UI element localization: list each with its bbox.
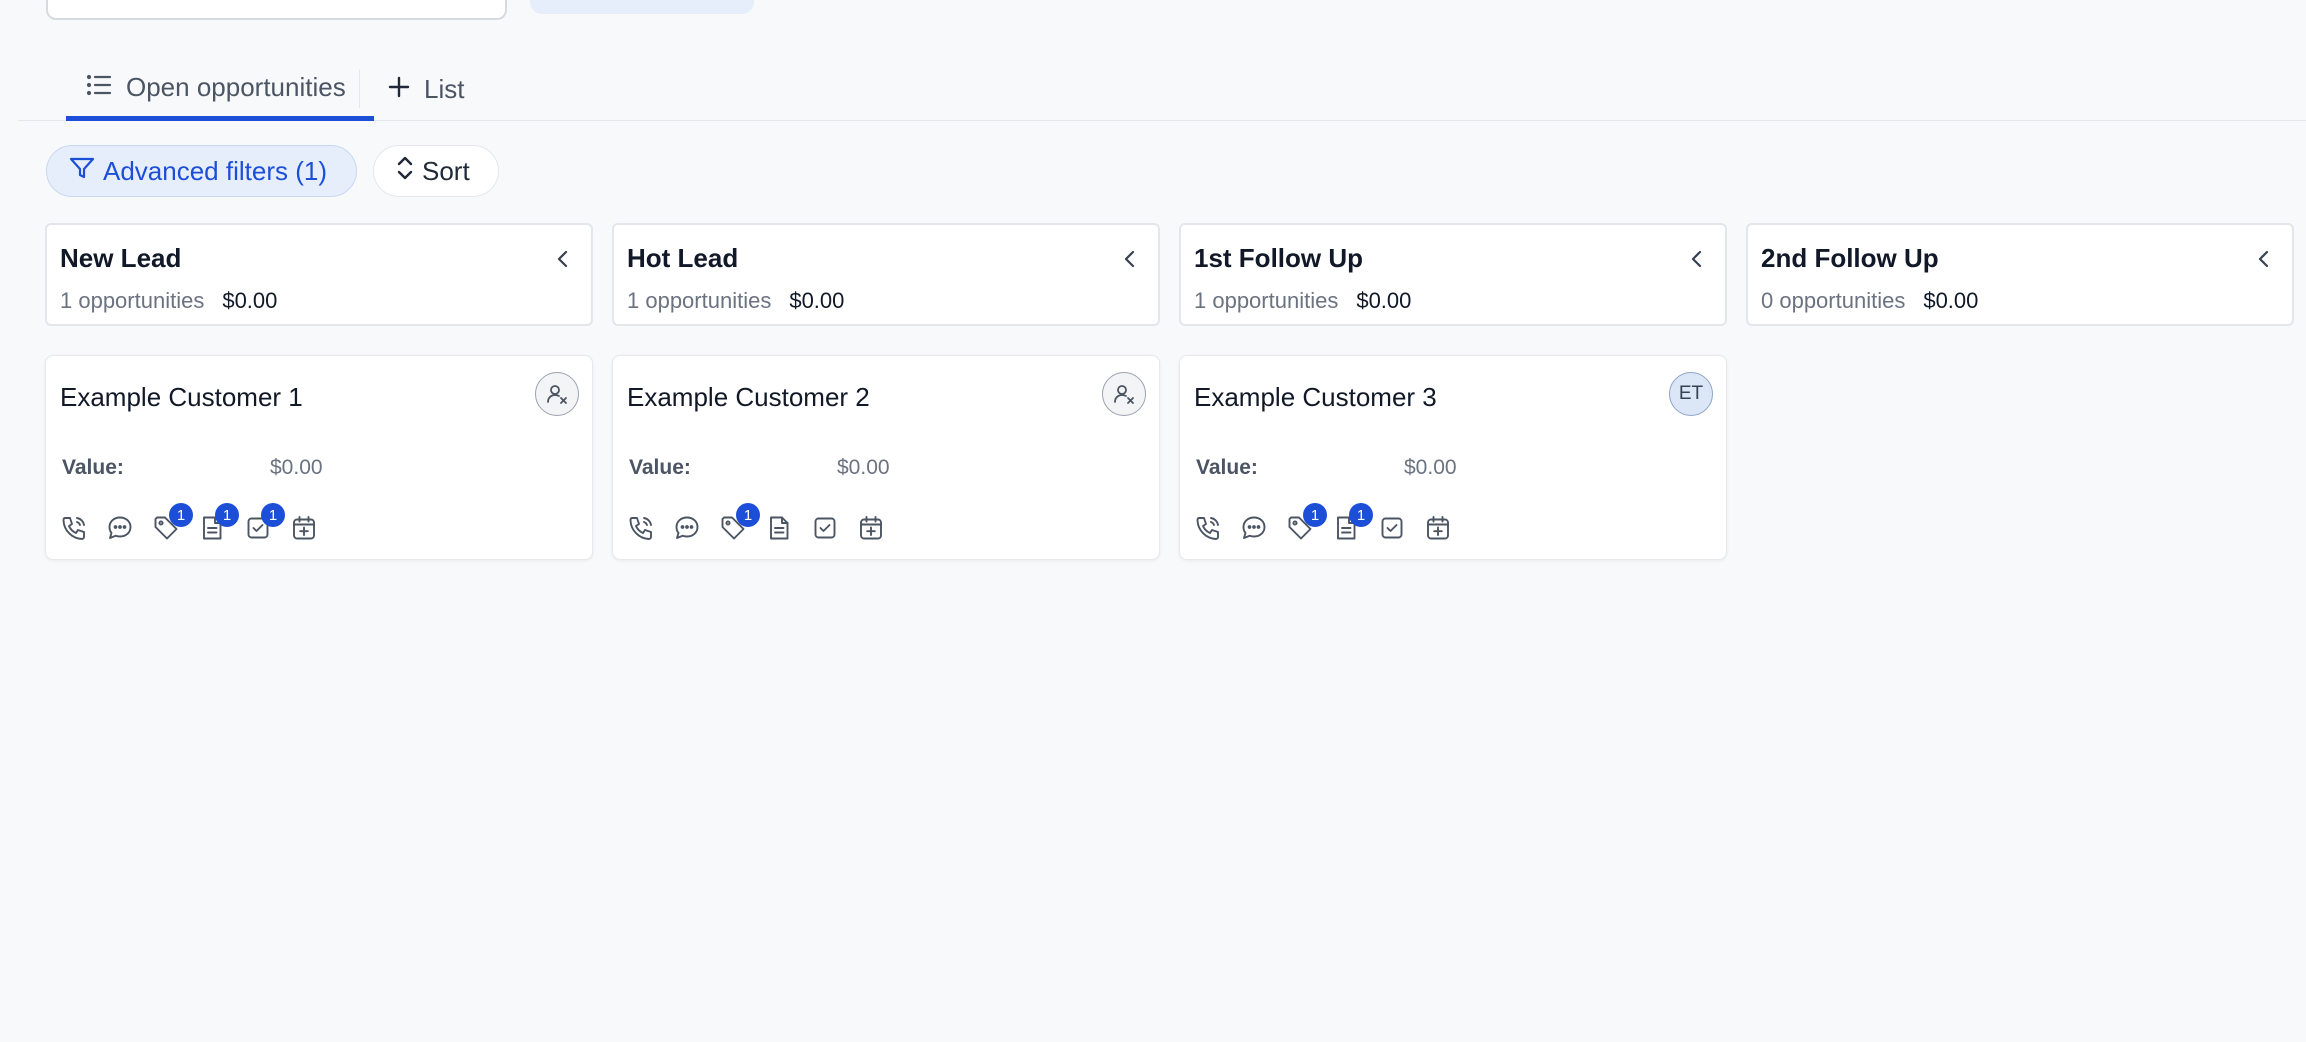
column-new-lead: New Lead 1 opportunities $0.00 [45,223,593,326]
chat-icon[interactable] [1240,514,1268,542]
tag-icon[interactable]: 1 [1286,503,1327,542]
column-value: $0.00 [789,288,845,313]
note-count-badge: 1 [1349,503,1373,527]
tab-label: Open opportunities [126,71,346,102]
opportunity-card[interactable]: Example Customer 1 Value: $0.00 1 1 1 [45,355,593,560]
value-amount: $0.00 [270,456,323,479]
sort-button[interactable]: Sort [373,145,499,197]
chevron-left-icon[interactable] [2256,247,2272,276]
card-customer-name: Example Customer 3 [1194,382,1437,412]
note-icon[interactable] [765,514,793,542]
calendar-add-icon[interactable] [1424,514,1452,542]
task-count-badge: 1 [261,503,285,527]
sort-icon [396,156,422,187]
card-customer-name: Example Customer 1 [60,382,303,412]
unassigned-user-icon[interactable] [535,372,579,416]
column-title: New Lead [60,243,182,273]
tag-count-badge: 1 [736,503,760,527]
column-value: $0.00 [222,288,278,313]
tag-icon[interactable]: 1 [719,503,760,542]
opportunity-card[interactable]: Example Customer 3 ET Value: $0.00 1 1 [1179,355,1727,560]
note-icon[interactable]: 1 [198,503,239,542]
plus-icon [388,74,424,105]
task-icon[interactable] [811,514,839,542]
chat-icon[interactable] [673,514,701,542]
value-amount: $0.00 [837,456,890,479]
advanced-filters-button[interactable]: Advanced filters (1) [46,145,357,197]
chevron-left-icon[interactable] [555,247,571,276]
tab-label: List [424,73,465,104]
card-customer-name: Example Customer 2 [627,382,870,412]
column-count: 1 opportunities [627,288,772,313]
column-title: Hot Lead [627,243,739,273]
assigned-user-avatar[interactable]: ET [1669,372,1713,416]
tab-bar: Open opportunities List [18,0,2306,121]
chevron-left-icon[interactable] [1689,247,1705,276]
chat-icon[interactable] [106,514,134,542]
value-label: Value: [62,456,124,479]
value-label: Value: [629,456,691,479]
column-title: 1st Follow Up [1194,243,1363,273]
calendar-add-icon[interactable] [290,514,318,542]
column-count: 1 opportunities [1194,288,1339,313]
task-icon[interactable]: 1 [244,503,285,542]
phone-icon[interactable] [627,514,655,542]
unassigned-user-icon[interactable] [1102,372,1146,416]
column-count: 0 opportunities [1761,288,1906,313]
value-amount: $0.00 [1404,456,1457,479]
tab-open-opportunities[interactable]: Open opportunities [66,64,374,121]
column-value: $0.00 [1356,288,1412,313]
phone-icon[interactable] [60,514,88,542]
column-hot-lead: Hot Lead 1 opportunities $0.00 [612,223,1160,326]
note-count-badge: 1 [215,503,239,527]
list-icon [86,72,126,103]
tag-count-badge: 1 [169,503,193,527]
sort-label: Sort [422,155,470,186]
opportunity-card[interactable]: Example Customer 2 Value: $0.00 1 [612,355,1160,560]
tab-divider [359,70,360,108]
chevron-left-icon[interactable] [1122,247,1138,276]
column-count: 1 opportunities [60,288,205,313]
value-label: Value: [1196,456,1258,479]
advanced-filters-label: Advanced filters (1) [103,155,327,186]
tag-icon[interactable]: 1 [152,503,193,542]
tag-count-badge: 1 [1303,503,1327,527]
task-icon[interactable] [1378,514,1406,542]
tab-add-list[interactable]: List [376,64,464,120]
phone-icon[interactable] [1194,514,1222,542]
note-icon[interactable]: 1 [1332,503,1373,542]
calendar-add-icon[interactable] [857,514,885,542]
column-title: 2nd Follow Up [1761,243,1939,273]
filter-icon [69,156,103,187]
column-1st-follow-up: 1st Follow Up 1 opportunities $0.00 [1179,223,1727,326]
column-2nd-follow-up: 2nd Follow Up 0 opportunities $0.00 [1746,223,2294,326]
column-value: $0.00 [1923,288,1979,313]
